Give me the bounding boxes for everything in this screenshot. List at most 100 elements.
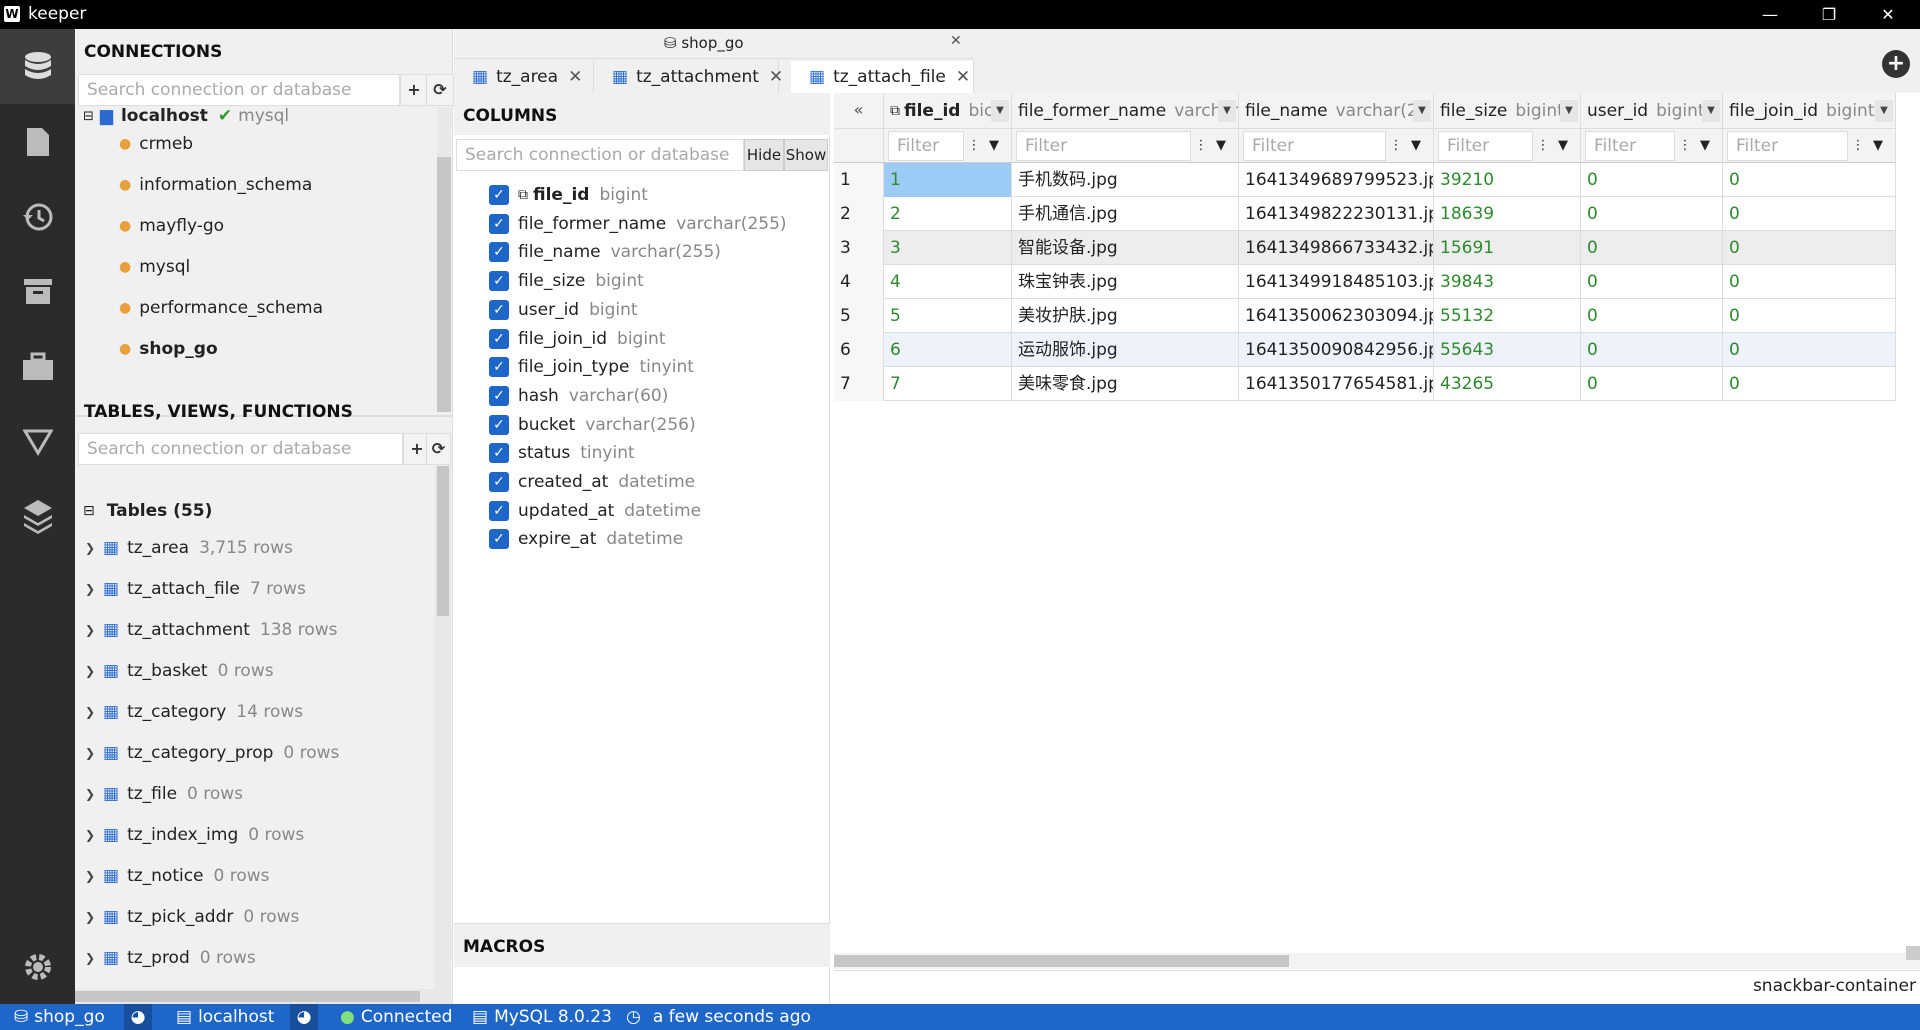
gear-icon[interactable] <box>0 929 75 1004</box>
archive-icon[interactable] <box>0 254 75 329</box>
table-cell[interactable]: 珠宝钟表.jpg <box>1012 265 1239 299</box>
column-item[interactable]: ✓ file_name varchar(255) <box>489 238 721 266</box>
filter-icon[interactable]: ▼ <box>1868 138 1888 153</box>
table-cell[interactable]: 18639 <box>1434 197 1581 231</box>
tab-tz-area[interactable]: ▦ tz_area ✕ <box>454 61 594 93</box>
table-cell[interactable]: 美妆护肤.jpg <box>1012 299 1239 333</box>
table-cell[interactable]: 0 <box>1723 197 1896 231</box>
chevron-right-icon[interactable]: ❯ <box>85 582 103 596</box>
palette-icon[interactable]: ◕ <box>290 1004 318 1030</box>
table-cell[interactable]: 0 <box>1723 333 1896 367</box>
briefcase-icon[interactable] <box>0 329 75 404</box>
table-row[interactable]: 3 3 智能设备.jpg 1641349866733432.jpg 15691 0 0 <box>834 231 1896 265</box>
database-item-selected[interactable]: ● shop_go <box>119 334 218 364</box>
column-header[interactable]: user_id bigint ▼ <box>1581 93 1723 129</box>
column-item[interactable]: ✓ created_at datetime <box>489 468 695 496</box>
column-item[interactable]: ✓ user_id bigint <box>489 296 638 324</box>
chevron-down-icon[interactable]: ▼ <box>1875 100 1893 122</box>
refresh-tables-button[interactable]: ⟳ <box>426 433 451 465</box>
filter-icon[interactable]: ▼ <box>984 138 1004 153</box>
collapse-icon[interactable]: ⊟ <box>83 109 94 124</box>
chevron-right-icon[interactable]: ❯ <box>85 787 103 801</box>
table-cell[interactable]: 0 <box>1723 231 1896 265</box>
filter-input[interactable]: Filter <box>1585 130 1675 161</box>
filter-icon[interactable] <box>0 404 75 479</box>
chevron-right-icon[interactable]: ❯ <box>85 664 103 678</box>
checkbox-checked[interactable]: ✓ <box>489 299 509 320</box>
close-tab-icon[interactable]: ✕ <box>568 67 582 87</box>
checkbox-checked[interactable]: ✓ <box>489 443 509 464</box>
table-cell[interactable]: 6 <box>884 333 1012 367</box>
connections-scrollbar[interactable] <box>437 107 451 412</box>
database-icon[interactable] <box>0 29 75 104</box>
column-header[interactable]: file_join_id bigint ▼ <box>1723 93 1896 129</box>
checkbox-checked[interactable]: ✓ <box>489 185 509 205</box>
tables-hscrollbar[interactable] <box>75 989 435 1004</box>
layers-icon[interactable] <box>0 479 75 554</box>
tab-tz-attach-file[interactable]: ▦ tz_attach_file ✕ <box>791 61 974 93</box>
filter-icon[interactable]: ▼ <box>1406 138 1426 153</box>
table-search-input[interactable]: Search connection or database <box>78 433 403 465</box>
column-item[interactable]: ✓ file_former_name varchar(255) <box>489 210 787 238</box>
filter-input[interactable]: Filter <box>1727 130 1848 161</box>
table-cell[interactable]: 1641349918485103.jpg <box>1239 265 1434 299</box>
checkbox-checked[interactable]: ✓ <box>489 529 509 550</box>
column-item[interactable]: ✓ updated_at datetime <box>489 497 701 525</box>
table-cell[interactable]: 0 <box>1581 197 1723 231</box>
table-cell[interactable]: 0 <box>1581 265 1723 299</box>
server-node[interactable]: ⊟ ▆ localhost ✔ mysql <box>83 107 289 131</box>
column-header[interactable]: ⧉ file_id bic ▼ <box>884 93 1012 129</box>
table-row[interactable]: 2 2 手机通信.jpg 1641349822230131.jpg 18639 0 0 <box>834 197 1896 231</box>
filter-input[interactable]: Filter <box>1243 130 1386 161</box>
collapse-panel-button[interactable]: « <box>834 93 884 129</box>
status-server[interactable]: ▤ localhost <box>160 1004 300 1030</box>
checkbox-checked[interactable]: ✓ <box>489 271 509 292</box>
filter-input[interactable]: Filter <box>1016 130 1191 161</box>
chevron-down-icon[interactable]: ▼ <box>1702 100 1720 122</box>
table-cell[interactable]: 0 <box>1581 333 1723 367</box>
chevron-right-icon[interactable]: ❯ <box>85 746 103 760</box>
chevron-down-icon[interactable]: ▼ <box>991 100 1009 122</box>
checkbox-checked[interactable]: ✓ <box>489 213 509 234</box>
add-connection-button[interactable]: + <box>400 74 428 106</box>
collapse-icon[interactable]: ⊟ <box>83 503 95 519</box>
more-options-icon[interactable]: ⋮ <box>1386 138 1406 153</box>
table-item[interactable]: ❯ ▦ tz_attachment 138 rows <box>85 615 338 645</box>
table-row[interactable]: 6 6 运动服饰.jpg 1641350090842956.jpg 55643 0 0 <box>834 333 1896 367</box>
chevron-down-icon[interactable]: ▼ <box>1560 100 1578 122</box>
table-item[interactable]: ❯ ▦ tz_prod 0 rows <box>85 943 256 973</box>
table-cell[interactable]: 1641350177654581.jpg <box>1239 367 1434 401</box>
table-cell[interactable]: 1641349822230131.jpg <box>1239 197 1434 231</box>
refresh-connections-button[interactable]: ⟳ <box>426 74 454 106</box>
filter-icon[interactable]: ▼ <box>1553 138 1573 153</box>
tab-tz-attachment[interactable]: ▦ tz_attachment ✕ <box>594 61 783 93</box>
scrollbar-thumb[interactable] <box>437 157 451 412</box>
table-cell[interactable]: 1641350062303094.jpg <box>1239 299 1434 333</box>
column-item[interactable]: ✓ hash varchar(60) <box>489 382 668 410</box>
more-options-icon[interactable]: ⋮ <box>1191 138 1211 153</box>
table-row[interactable]: 5 5 美妆护肤.jpg 1641350062303094.jpg 55132 0 0 <box>834 299 1896 333</box>
table-row[interactable]: 1 1 手机数码.jpg 1641349689799523.jpg 39210 0 0 <box>834 163 1896 197</box>
table-item[interactable]: ❯ ▦ tz_basket 0 rows <box>85 656 274 686</box>
table-cell[interactable]: 0 <box>1581 367 1723 401</box>
table-cell[interactable]: 0 <box>1723 163 1896 197</box>
table-item[interactable]: ❯ ▦ tz_notice 0 rows <box>85 861 270 891</box>
table-cell[interactable]: 0 <box>1581 163 1723 197</box>
table-cell[interactable]: 39843 <box>1434 265 1581 299</box>
chevron-right-icon[interactable]: ❯ <box>85 910 103 924</box>
column-header[interactable]: file_former_name varchar ▼ <box>1012 93 1239 129</box>
table-item[interactable]: ❯ ▦ tz_category 14 rows <box>85 697 303 727</box>
database-item[interactable]: ● mysql <box>119 252 190 282</box>
chevron-right-icon[interactable]: ❯ <box>85 705 103 719</box>
filter-input[interactable]: Filter <box>1438 130 1533 161</box>
column-item[interactable]: ✓ status tinyint <box>489 439 635 467</box>
status-database[interactable]: ⛁ shop_go <box>0 1004 120 1030</box>
table-cell[interactable]: 2 <box>884 197 1012 231</box>
column-item[interactable]: ✓ ⧉ file_id bigint <box>489 181 648 209</box>
history-icon[interactable] <box>0 179 75 254</box>
minimize-button[interactable]: — <box>1741 0 1799 29</box>
plus-circle-icon[interactable]: + <box>1882 50 1910 78</box>
table-item[interactable]: ❯ ▦ tz_pick_addr 0 rows <box>85 902 299 932</box>
table-cell[interactable]: 智能设备.jpg <box>1012 231 1239 265</box>
chevron-right-icon[interactable]: ❯ <box>85 869 103 883</box>
